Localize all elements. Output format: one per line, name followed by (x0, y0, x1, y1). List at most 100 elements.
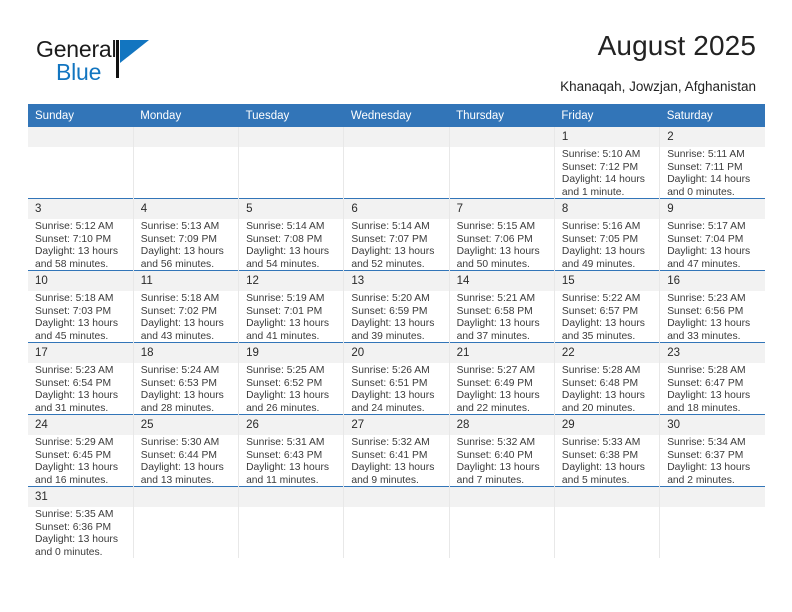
calendar-day-cell-empty (28, 127, 134, 199)
day-number (133, 487, 239, 507)
day-number (239, 127, 344, 147)
calendar-day-cell[interactable]: 3 Sunrise: 5:12 AM Sunset: 7:10 PM Daylight… (28, 198, 134, 271)
daylight-text: Daylight: 13 hours and 26 minutes. (246, 390, 330, 414)
calendar-day-cell[interactable]: 19 Sunrise: 5:25 AM Sunset: 6:52 PM Dayligh… (238, 342, 344, 415)
calendar-day-cell[interactable]: 17 Sunrise: 5:23 AM Sunset: 6:54 PM Dayligh… (28, 342, 134, 415)
day-number: 2 (660, 127, 765, 147)
sunrise-text: Sunrise: 5:10 AM (561, 149, 641, 160)
day-cell-inner (554, 487, 660, 558)
day-number (554, 487, 660, 507)
calendar-day-cell[interactable]: 29 Sunrise: 5:33 AM Sunset: 6:38 PM Dayligh… (553, 414, 660, 487)
calendar-day-cell[interactable]: 12 Sunrise: 5:19 AM Sunset: 7:01 PM Dayligh… (238, 270, 344, 343)
day-cell-inner: 27 Sunrise: 5:32 AM Sunset: 6:41 PM Dayligh… (344, 415, 449, 487)
calendar-day-cell-empty (659, 486, 765, 558)
calendar-day-cell[interactable]: 4 Sunrise: 5:13 AM Sunset: 7:09 PM Daylight… (132, 198, 239, 271)
day-number: 10 (28, 271, 133, 291)
day-sun-info: Sunrise: 5:30 AM Sunset: 6:44 PM Daylight:… (134, 435, 238, 487)
calendar-day-cell[interactable]: 2 Sunrise: 5:11 AM Sunset: 7:11 PM Daylight… (659, 127, 765, 199)
calendar-week-row: 24 Sunrise: 5:29 AM Sunset: 6:45 PM Dayligh… (28, 414, 765, 487)
calendar-day-cell[interactable]: 6 Sunrise: 5:14 AM Sunset: 7:07 PM Daylight… (343, 198, 450, 271)
calendar-day-cell[interactable]: 9 Sunrise: 5:17 AM Sunset: 7:04 PM Daylight… (659, 198, 765, 271)
calendar-week-row: 3 Sunrise: 5:12 AM Sunset: 7:10 PM Daylight… (28, 198, 765, 271)
calendar-day-cell[interactable]: 7 Sunrise: 5:15 AM Sunset: 7:06 PM Daylight… (448, 198, 555, 271)
calendar-day-cell[interactable]: 22 Sunrise: 5:28 AM Sunset: 6:48 PM Dayligh… (553, 342, 660, 415)
day-number: 26 (239, 415, 344, 435)
day-sun-info: Sunrise: 5:27 AM Sunset: 6:49 PM Daylight:… (450, 363, 554, 415)
sunrise-text: Sunrise: 5:14 AM (246, 221, 325, 232)
calendar-day-cell[interactable]: 18 Sunrise: 5:24 AM Sunset: 6:53 PM Dayligh… (132, 342, 239, 415)
sunrise-text: Sunrise: 5:22 AM (561, 293, 641, 304)
daylight-text: Daylight: 13 hours and 52 minutes. (351, 246, 435, 270)
day-cell-inner: 19 Sunrise: 5:25 AM Sunset: 6:52 PM Dayligh… (239, 343, 344, 414)
daylight-text: Daylight: 13 hours and 47 minutes. (667, 246, 751, 270)
sunrise-text: Sunrise: 5:14 AM (351, 221, 430, 232)
weekday-header-wednesday: Wednesday (343, 104, 450, 127)
day-sun-info: Sunrise: 5:23 AM Sunset: 6:54 PM Daylight:… (28, 363, 133, 415)
calendar-day-cell[interactable]: 5 Sunrise: 5:14 AM Sunset: 7:08 PM Daylight… (238, 198, 344, 271)
day-cell-inner: 30 Sunrise: 5:34 AM Sunset: 6:37 PM Dayligh… (660, 415, 765, 486)
calendar-day-cell[interactable]: 31 Sunrise: 5:35 AM Sunset: 6:36 PM Dayligh… (28, 486, 134, 558)
weekday-header-tuesday: Tuesday (238, 104, 344, 127)
sunset-text: Sunset: 6:40 PM (456, 449, 533, 461)
calendar-day-cell[interactable]: 23 Sunrise: 5:28 AM Sunset: 6:47 PM Dayligh… (659, 342, 765, 415)
day-sun-info: Sunrise: 5:32 AM Sunset: 6:41 PM Daylight:… (344, 435, 448, 487)
calendar-day-cell[interactable]: 20 Sunrise: 5:26 AM Sunset: 6:51 PM Dayligh… (343, 342, 450, 415)
calendar-day-cell[interactable]: 11 Sunrise: 5:18 AM Sunset: 7:02 PM Dayligh… (132, 270, 239, 343)
daylight-text: Daylight: 13 hours and 50 minutes. (456, 246, 540, 270)
calendar-day-cell[interactable]: 28 Sunrise: 5:32 AM Sunset: 6:40 PM Dayligh… (448, 414, 555, 487)
day-number (239, 487, 344, 507)
calendar-day-cell[interactable]: 30 Sunrise: 5:34 AM Sunset: 6:37 PM Dayligh… (659, 414, 765, 487)
calendar-day-cell-empty (448, 486, 555, 558)
calendar-day-cell[interactable]: 16 Sunrise: 5:23 AM Sunset: 6:56 PM Dayligh… (659, 270, 765, 343)
daylight-text: Daylight: 14 hours and 0 minutes. (667, 174, 751, 198)
day-cell-inner: 7 Sunrise: 5:15 AM Sunset: 7:06 PM Daylight… (449, 199, 554, 271)
day-cell-inner: 15 Sunrise: 5:22 AM Sunset: 6:57 PM Dayligh… (554, 271, 660, 343)
day-cell-inner: 13 Sunrise: 5:20 AM Sunset: 6:59 PM Dayligh… (344, 271, 449, 342)
calendar-day-cell[interactable]: 15 Sunrise: 5:22 AM Sunset: 6:57 PM Dayligh… (553, 270, 660, 343)
day-sun-info: Sunrise: 5:15 AM Sunset: 7:06 PM Daylight:… (450, 219, 554, 271)
calendar-day-cell[interactable]: 27 Sunrise: 5:32 AM Sunset: 6:41 PM Dayligh… (343, 414, 450, 487)
calendar-day-cell[interactable]: 8 Sunrise: 5:16 AM Sunset: 7:05 PM Daylight… (553, 198, 660, 271)
daylight-text: Daylight: 13 hours and 49 minutes. (561, 246, 645, 270)
day-number (660, 487, 765, 507)
day-cell-inner: 26 Sunrise: 5:31 AM Sunset: 6:43 PM Dayligh… (239, 415, 344, 486)
day-sun-info: Sunrise: 5:14 AM Sunset: 7:07 PM Daylight:… (344, 219, 448, 271)
sunrise-text: Sunrise: 5:32 AM (456, 437, 536, 448)
daylight-text: Daylight: 13 hours and 33 minutes. (667, 318, 751, 342)
day-cell-inner: 20 Sunrise: 5:26 AM Sunset: 6:51 PM Dayligh… (344, 343, 449, 414)
calendar-day-cell[interactable]: 25 Sunrise: 5:30 AM Sunset: 6:44 PM Dayligh… (132, 414, 239, 487)
sunset-text: Sunset: 7:08 PM (246, 233, 323, 245)
sunrise-text: Sunrise: 5:23 AM (35, 365, 114, 376)
sunset-text: Sunset: 6:38 PM (561, 449, 639, 461)
sunset-text: Sunset: 6:53 PM (140, 377, 217, 389)
daylight-text: Daylight: 13 hours and 28 minutes. (140, 390, 224, 414)
calendar-day-cell[interactable]: 13 Sunrise: 5:20 AM Sunset: 6:59 PM Dayligh… (343, 270, 450, 343)
day-cell-inner (133, 487, 239, 558)
day-sun-info: Sunrise: 5:22 AM Sunset: 6:57 PM Daylight:… (555, 291, 659, 343)
day-number: 7 (449, 199, 554, 219)
calendar-day-cell[interactable]: 14 Sunrise: 5:21 AM Sunset: 6:58 PM Dayligh… (448, 270, 555, 343)
calendar-day-cell[interactable]: 1 Sunrise: 5:10 AM Sunset: 7:12 PM Daylight… (553, 127, 660, 199)
sunset-text: Sunset: 6:44 PM (140, 449, 217, 461)
calendar-day-cell[interactable]: 21 Sunrise: 5:27 AM Sunset: 6:49 PM Dayligh… (448, 342, 555, 415)
day-cell-inner: 24 Sunrise: 5:29 AM Sunset: 6:45 PM Dayligh… (28, 415, 133, 486)
calendar-day-cell[interactable]: 24 Sunrise: 5:29 AM Sunset: 6:45 PM Dayligh… (28, 414, 134, 487)
calendar-day-cell[interactable]: 26 Sunrise: 5:31 AM Sunset: 6:43 PM Dayligh… (238, 414, 344, 487)
sunrise-text: Sunrise: 5:18 AM (140, 293, 220, 304)
sunrise-text: Sunrise: 5:31 AM (246, 437, 325, 448)
calendar-day-cell-empty (132, 127, 239, 199)
day-sun-info: Sunrise: 5:29 AM Sunset: 6:45 PM Daylight:… (28, 435, 133, 487)
sunset-text: Sunset: 6:43 PM (246, 449, 323, 461)
day-sun-info: Sunrise: 5:16 AM Sunset: 7:05 PM Daylight:… (555, 219, 659, 271)
page-subtitle-location: Khanaqah, Jowzjan, Afghanistan (560, 79, 756, 94)
sunrise-text: Sunrise: 5:11 AM (667, 149, 745, 160)
day-number (344, 127, 449, 147)
day-number: 6 (344, 199, 449, 219)
calendar-day-cell[interactable]: 10 Sunrise: 5:18 AM Sunset: 7:03 PM Dayligh… (28, 270, 134, 343)
sunset-text: Sunset: 7:04 PM (667, 233, 744, 245)
sunrise-text: Sunrise: 5:16 AM (561, 221, 641, 232)
day-sun-info: Sunrise: 5:18 AM Sunset: 7:03 PM Daylight:… (28, 291, 133, 343)
day-sun-info: Sunrise: 5:32 AM Sunset: 6:40 PM Daylight:… (450, 435, 554, 487)
sunrise-text: Sunrise: 5:26 AM (351, 365, 430, 376)
day-sun-info: Sunrise: 5:21 AM Sunset: 6:58 PM Daylight:… (450, 291, 554, 343)
